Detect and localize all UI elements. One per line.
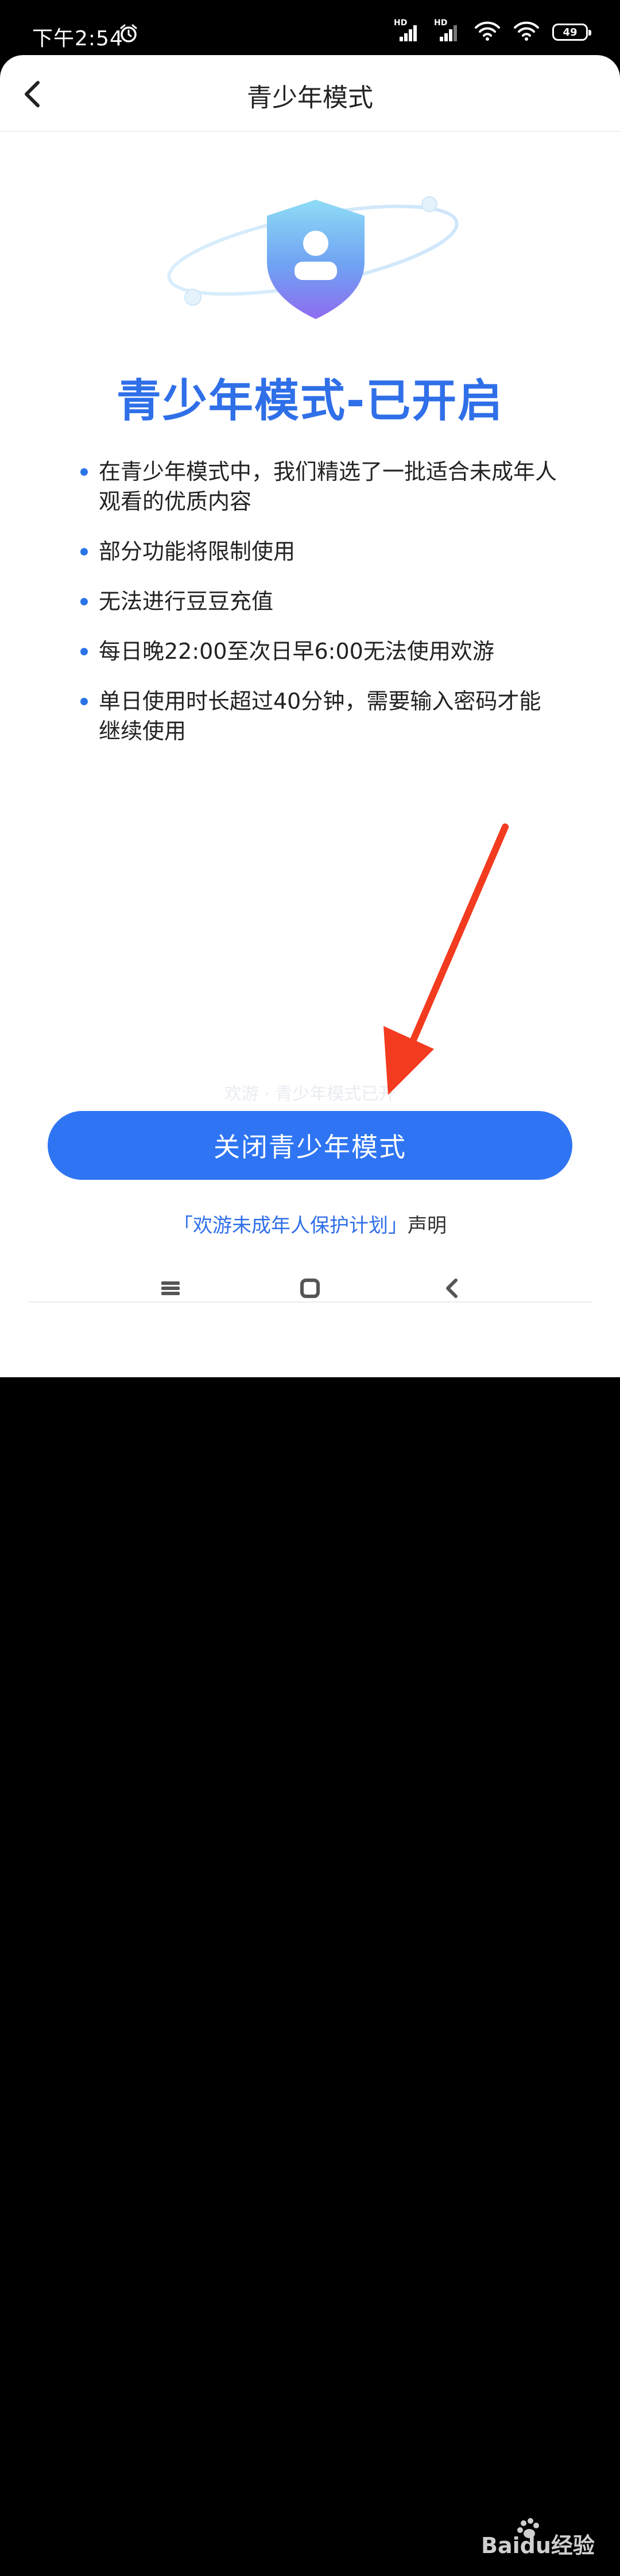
status-bar: 下午2:54 HD HD 49 bbox=[0, 0, 620, 57]
hd-label-2: HD bbox=[434, 18, 448, 28]
bullet-dot-icon bbox=[80, 598, 88, 605]
list-item-text: 在青少年模式中，我们精选了一批适合未成年人观看的优质内容 bbox=[99, 459, 557, 514]
home-button[interactable] bbox=[296, 1274, 324, 1303]
app-screen: 青少年模式 青少年模式-已开启 在青少年模式中，我们精选了一批适合未成年人观看的… bbox=[0, 55, 620, 1377]
status-time: 下午2:54 bbox=[32, 27, 123, 50]
list-item: 每日晚22:00至次日早6:00无法使用欢游 bbox=[80, 636, 557, 666]
list-item-text: 每日晚22:00至次日早6:00无法使用欢游 bbox=[99, 639, 494, 664]
bullet-dot-icon bbox=[80, 548, 88, 555]
statement-label: 声明 bbox=[408, 1214, 447, 1237]
faded-caption: 欢游 · 青少年模式已开 bbox=[224, 1084, 396, 1104]
status-headline: 青少年模式-已开启 bbox=[116, 375, 504, 427]
alarm-icon bbox=[118, 23, 139, 46]
close-teen-mode-button[interactable]: 关闭青少年模式 bbox=[48, 1111, 572, 1180]
hd-label: HD bbox=[394, 18, 408, 28]
system-back-button[interactable] bbox=[437, 1274, 466, 1303]
navigation-bar: 青少年模式 bbox=[0, 55, 620, 132]
bullet-dot-icon bbox=[80, 648, 88, 655]
watermark-text: Baidu经验 bbox=[481, 2533, 595, 2558]
cellular-signal-icon: HD bbox=[394, 18, 421, 44]
list-item: 在青少年模式中，我们精选了一批适合未成年人观看的优质内容 bbox=[80, 457, 557, 516]
protection-statement: 「欢游未成年人保护计划」声明 bbox=[0, 1210, 620, 1238]
list-item: 部分功能将限制使用 bbox=[80, 537, 557, 566]
wifi-2-icon bbox=[513, 21, 540, 44]
protection-plan-link[interactable]: 「欢游未成年人保护计划」 bbox=[173, 1214, 408, 1237]
wifi-icon bbox=[474, 21, 501, 44]
baidu-watermark: Baidu经验 bbox=[476, 2516, 603, 2574]
menu-icon bbox=[161, 1281, 180, 1295]
back-chevron-icon bbox=[446, 1279, 458, 1298]
cellular-signal-2-icon: HD bbox=[434, 18, 462, 44]
list-item: 单日使用时长超过40分钟，需要输入密码才能继续使用 bbox=[80, 686, 557, 746]
list-item-text: 无法进行豆豆充值 bbox=[99, 589, 274, 614]
battery-icon: 49 bbox=[552, 24, 591, 41]
list-item-text: 单日使用时长超过40分钟，需要输入密码才能继续使用 bbox=[99, 689, 541, 744]
recents-button[interactable] bbox=[156, 1274, 185, 1303]
bullet-dot-icon bbox=[80, 698, 88, 705]
system-navigation-bar: Baidu经验 bbox=[0, 1257, 620, 2558]
home-square-icon bbox=[300, 1279, 320, 1298]
page-title: 青少年模式 bbox=[247, 83, 373, 112]
bullet-dot-icon bbox=[80, 468, 88, 476]
list-item-text: 部分功能将限制使用 bbox=[99, 539, 296, 564]
list-item: 无法进行豆豆充值 bbox=[80, 586, 557, 616]
shield-illustration bbox=[161, 193, 471, 325]
feature-list: 在青少年模式中，我们精选了一批适合未成年人观看的优质内容 部分功能将限制使用 无… bbox=[80, 457, 557, 766]
